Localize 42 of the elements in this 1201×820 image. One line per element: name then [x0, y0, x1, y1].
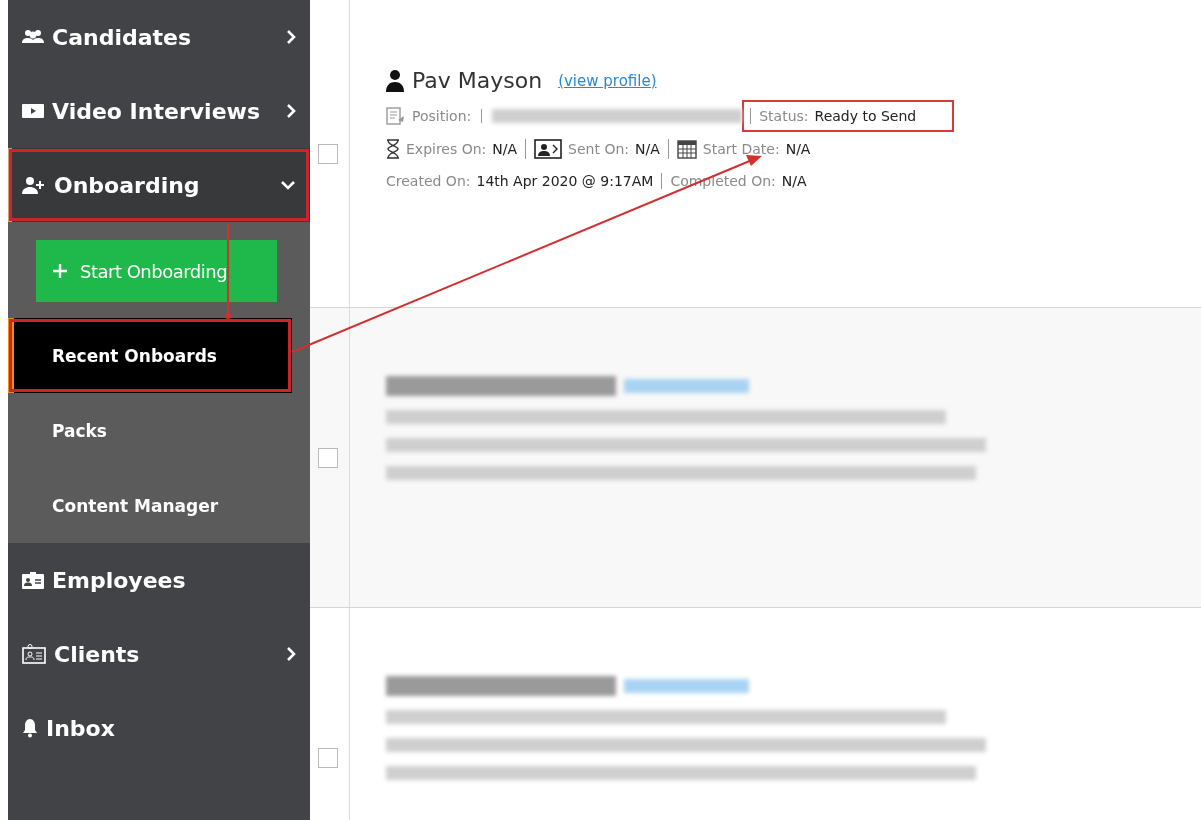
view-profile-link[interactable]: (view profile)	[558, 71, 657, 90]
field-label: Status:	[759, 108, 809, 124]
field-label: Position:	[412, 108, 472, 124]
field-value: N/A	[492, 141, 518, 157]
candidate-name: Pav Mayson	[412, 68, 543, 93]
submenu-item[interactable]: Packs	[8, 393, 310, 468]
row-checkbox[interactable]	[318, 747, 338, 768]
field-value: N/A	[785, 141, 811, 157]
field-label: Expires On:	[406, 141, 487, 157]
document-icon	[386, 107, 406, 125]
badge-icon	[22, 644, 46, 664]
row-checkbox[interactable]	[318, 447, 338, 468]
id-card-icon	[22, 571, 44, 589]
row-checkbox[interactable]	[318, 143, 338, 164]
chevron-right-icon	[286, 103, 296, 119]
add-user-icon	[22, 176, 46, 194]
calendar-icon	[676, 139, 697, 159]
submenu-item[interactable]: Recent Onboards	[8, 318, 292, 393]
sidebar-item[interactable]: Employees	[8, 543, 310, 617]
person-card-icon	[534, 139, 563, 159]
sidebar-item[interactable]: Clients	[8, 617, 310, 691]
field-label: Start Date:	[702, 141, 780, 157]
people-icon	[22, 29, 44, 45]
chevron-down-icon	[280, 180, 296, 190]
person-icon	[386, 69, 404, 92]
plus-icon	[52, 263, 68, 279]
sidebar-item[interactable]: Video Interviews	[8, 74, 310, 148]
field-value: Ready to Send	[814, 108, 917, 124]
bell-icon	[22, 718, 38, 738]
sidebar-item[interactable]: Inbox	[8, 691, 310, 765]
field-label: Created On:	[386, 173, 471, 189]
sidebar-item[interactable]: Onboarding	[8, 148, 310, 222]
chevron-right-icon	[286, 646, 296, 662]
chevron-right-icon	[286, 29, 296, 45]
field-value: N/A	[635, 141, 660, 157]
field-label: Sent On:	[568, 141, 630, 157]
sidebar-item[interactable]: Candidates	[8, 0, 310, 74]
hourglass-icon	[386, 139, 400, 159]
video-icon	[22, 103, 44, 119]
field-value: N/A	[781, 173, 807, 189]
submenu-item[interactable]: Content Manager	[8, 468, 310, 543]
field-value: 14th Apr 2020 @ 9:17AM	[476, 173, 654, 189]
